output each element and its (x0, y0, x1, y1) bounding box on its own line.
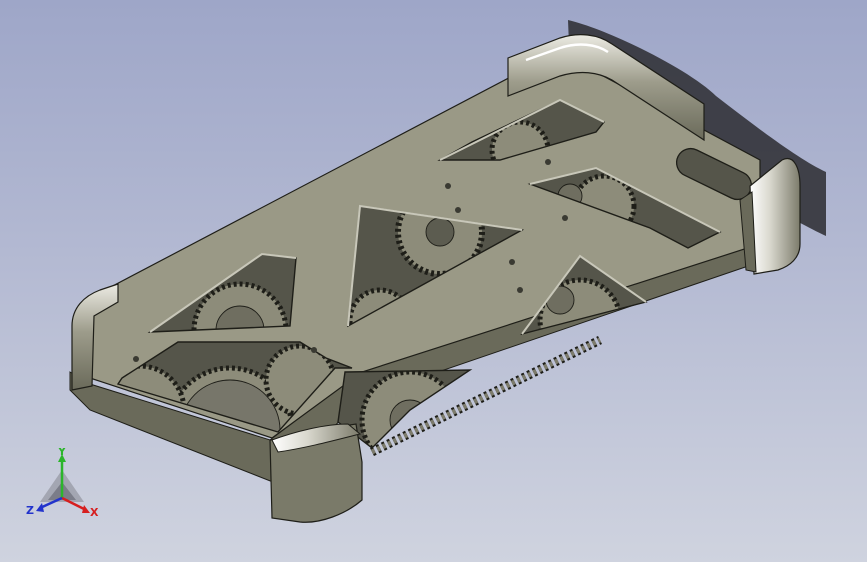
x-axis-label: X (90, 506, 99, 519)
axis-triad: Y X Z (26, 448, 99, 519)
z-axis-label: Z (26, 504, 34, 517)
cad-viewport[interactable] (0, 0, 867, 562)
y-axis-label: Y (57, 448, 67, 458)
case-corner-bottom (269, 423, 363, 523)
